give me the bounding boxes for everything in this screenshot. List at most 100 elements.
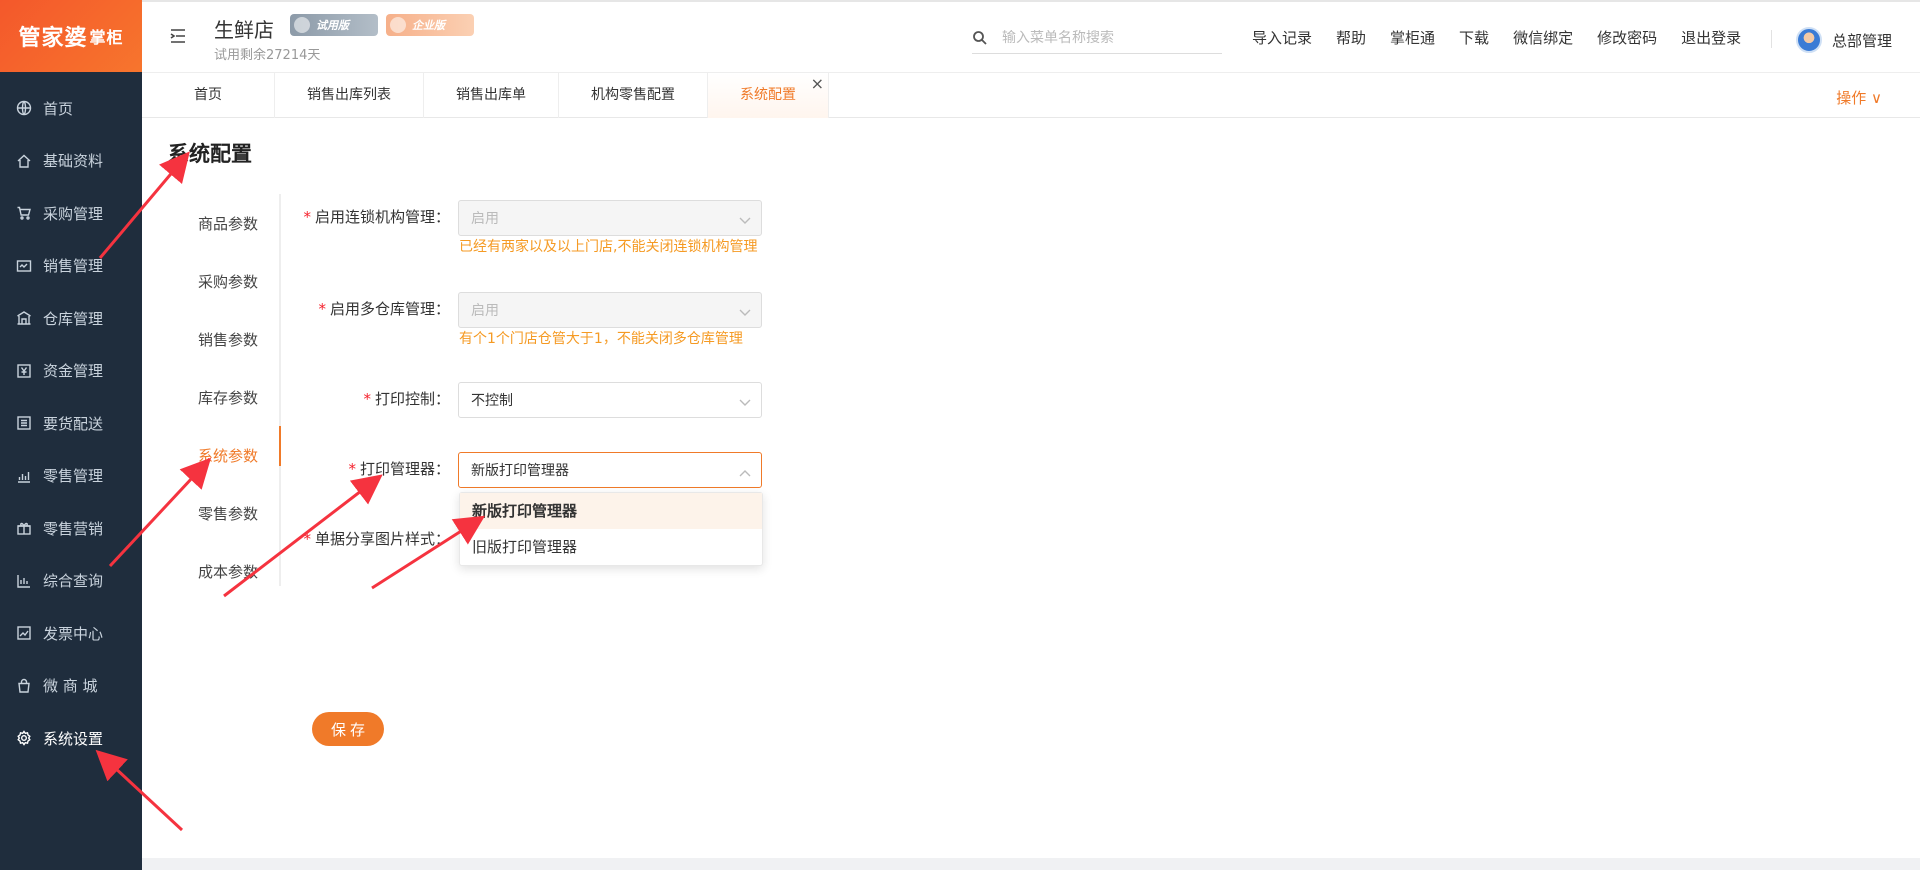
- required-mark: *: [303, 208, 311, 226]
- footer-strip: [142, 858, 1920, 870]
- tab-org-retail-config[interactable]: 机构零售配置: [559, 73, 708, 118]
- side-tab-product-params[interactable]: 商品参数: [142, 194, 282, 252]
- chevron-down-icon: [739, 395, 751, 406]
- tab-sales-outbound-order[interactable]: 销售出库单: [424, 73, 559, 118]
- tab-system-config[interactable]: 系统配置 ×: [708, 73, 829, 118]
- main-content: 系统配置 商品参数 采购参数 销售参数 库存参数 系统参数 零售参数 成本参数 …: [142, 118, 1920, 858]
- share-style-label-text: 单据分享图片样式: [314, 530, 435, 548]
- side-tab-system-params[interactable]: 系统参数: [142, 426, 282, 484]
- form-row-print-control: * 打印控制： 不控制: [286, 382, 762, 418]
- side-tab-cost-params[interactable]: 成本参数: [142, 542, 282, 600]
- sidebar-item-label: 零售管理: [43, 467, 104, 486]
- sidebar-item-retail[interactable]: 零售管理: [0, 450, 142, 503]
- sidebar-item-label: 零售营销: [43, 519, 104, 538]
- option-old-print-manager[interactable]: 旧版打印管理器: [460, 529, 762, 565]
- side-tab-retail-params[interactable]: 零售参数: [142, 484, 282, 542]
- monitor-icon: [294, 17, 310, 33]
- settings-side-tabs: 商品参数 采购参数 销售参数 库存参数 系统参数 零售参数 成本参数: [142, 194, 282, 600]
- colon: ：: [434, 390, 450, 408]
- search-input[interactable]: [1002, 29, 1212, 46]
- sidebar-item-system-settings[interactable]: 系统设置: [0, 712, 142, 765]
- required-mark: *: [303, 530, 311, 548]
- sidebar-item-label: 微 商 城: [43, 677, 98, 696]
- sidebar-item-retail-marketing[interactable]: 零售营销: [0, 502, 142, 555]
- link-zhangguitong[interactable]: 掌柜通: [1390, 27, 1435, 48]
- link-import-records[interactable]: 导入记录: [1252, 27, 1312, 48]
- list-icon: [16, 415, 32, 431]
- print-manager-select-value: 新版打印管理器: [471, 463, 569, 479]
- save-button[interactable]: 保存: [312, 712, 384, 746]
- brand-logo: 管家婆 掌柜: [0, 0, 142, 72]
- side-tab-purchase-params[interactable]: 采购参数: [142, 252, 282, 310]
- sidebar-item-label: 系统设置: [43, 729, 104, 748]
- link-wechat-bind[interactable]: 微信绑定: [1513, 27, 1573, 48]
- form-row-chain: * 启用连锁机构管理： 启用: [286, 200, 762, 236]
- sidebar-item-label: 资金管理: [43, 362, 104, 381]
- chain-select-value: 启用: [471, 211, 499, 227]
- sidebar-item-label: 要货配送: [43, 414, 104, 433]
- link-logout[interactable]: 退出登录: [1681, 27, 1741, 48]
- sidebar-item-label: 采购管理: [43, 204, 104, 223]
- chain-label-text: 启用连锁机构管理: [314, 208, 435, 226]
- print-control-label-text: 打印控制: [374, 390, 435, 408]
- header-divider: [1771, 30, 1772, 48]
- trial-badge-label: 试用版: [316, 19, 349, 32]
- logo-main-text: 管家婆: [18, 26, 88, 51]
- form-row-print-manager: * 打印管理器： 新版打印管理器: [286, 452, 762, 488]
- option-new-print-manager[interactable]: 新版打印管理器: [460, 493, 762, 529]
- gear-icon: [16, 730, 32, 746]
- multi-warehouse-select-value: 启用: [471, 303, 499, 319]
- sidebar-item-sales[interactable]: 销售管理: [0, 240, 142, 293]
- form-row-share-style: * 单据分享图片样式：: [286, 522, 458, 556]
- tab-label: 系统配置: [740, 87, 796, 103]
- required-mark: *: [318, 300, 326, 318]
- enterprise-badge: 企业版: [386, 14, 474, 36]
- print-manager-label-text: 打印管理器: [359, 460, 435, 478]
- chain-hint: 已经有两家以及以上门店,不能关闭连锁机构管理: [459, 239, 758, 255]
- sidebar-item-home[interactable]: 首页: [0, 82, 142, 135]
- logo-sub-text: 掌柜: [89, 28, 124, 47]
- home-icon: [16, 153, 32, 169]
- sidebar-item-delivery[interactable]: 要货配送: [0, 397, 142, 450]
- sidebar-item-label: 首页: [43, 99, 74, 118]
- tab-sales-outbound-list[interactable]: 销售出库列表: [275, 73, 424, 118]
- top-header: 生鲜店 试用版 企业版 试用剩余27214天 导入记录 帮助 掌柜通 下载 微信…: [142, 0, 1920, 72]
- operations-dropdown[interactable]: 操作 ∨: [1836, 87, 1882, 108]
- multi-warehouse-label: * 启用多仓库管理：: [286, 292, 458, 326]
- link-download[interactable]: 下载: [1459, 27, 1489, 48]
- tab-home[interactable]: 首页: [142, 73, 275, 118]
- close-icon[interactable]: ×: [811, 61, 824, 106]
- side-tab-sales-params[interactable]: 销售参数: [142, 310, 282, 368]
- chevron-down-icon: [739, 305, 751, 316]
- side-tab-inventory-params[interactable]: 库存参数: [142, 368, 282, 426]
- print-manager-select[interactable]: 新版打印管理器: [458, 452, 762, 488]
- sidebar-item-funds[interactable]: 资金管理: [0, 345, 142, 398]
- globe-icon: [16, 100, 32, 116]
- chain-select: 启用: [458, 200, 762, 236]
- sidebar-item-micro-mall[interactable]: 微 商 城: [0, 660, 142, 713]
- user-menu[interactable]: 总部管理: [1795, 27, 1892, 53]
- enterprise-badge-label: 企业版: [412, 19, 445, 32]
- sidebar-item-basic-data[interactable]: 基础资料: [0, 135, 142, 188]
- link-change-password[interactable]: 修改密码: [1597, 27, 1657, 48]
- sidebar-item-invoice[interactable]: 发票中心: [0, 607, 142, 660]
- colon: ：: [434, 530, 450, 548]
- sidebar-item-warehouse[interactable]: 仓库管理: [0, 292, 142, 345]
- sidebar-item-query[interactable]: 综合查询: [0, 555, 142, 608]
- link-help[interactable]: 帮助: [1336, 27, 1366, 48]
- user-name: 总部管理: [1831, 31, 1892, 50]
- print-control-label: * 打印控制：: [286, 382, 458, 416]
- share-style-label: * 单据分享图片样式：: [286, 522, 458, 556]
- chart-icon: [16, 468, 32, 484]
- chain-label: * 启用连锁机构管理：: [286, 200, 458, 234]
- required-mark: *: [348, 460, 356, 478]
- print-control-select[interactable]: 不控制: [458, 382, 762, 418]
- menu-toggle-icon[interactable]: [168, 26, 188, 46]
- chevron-down-icon: [739, 213, 751, 224]
- money-icon: [16, 363, 32, 379]
- sidebar-item-purchase[interactable]: 采购管理: [0, 187, 142, 240]
- sidebar-item-label: 发票中心: [43, 624, 104, 643]
- bar-chart-icon: [16, 573, 32, 589]
- sidebar-item-label: 销售管理: [43, 257, 104, 276]
- multi-warehouse-select: 启用: [458, 292, 762, 328]
